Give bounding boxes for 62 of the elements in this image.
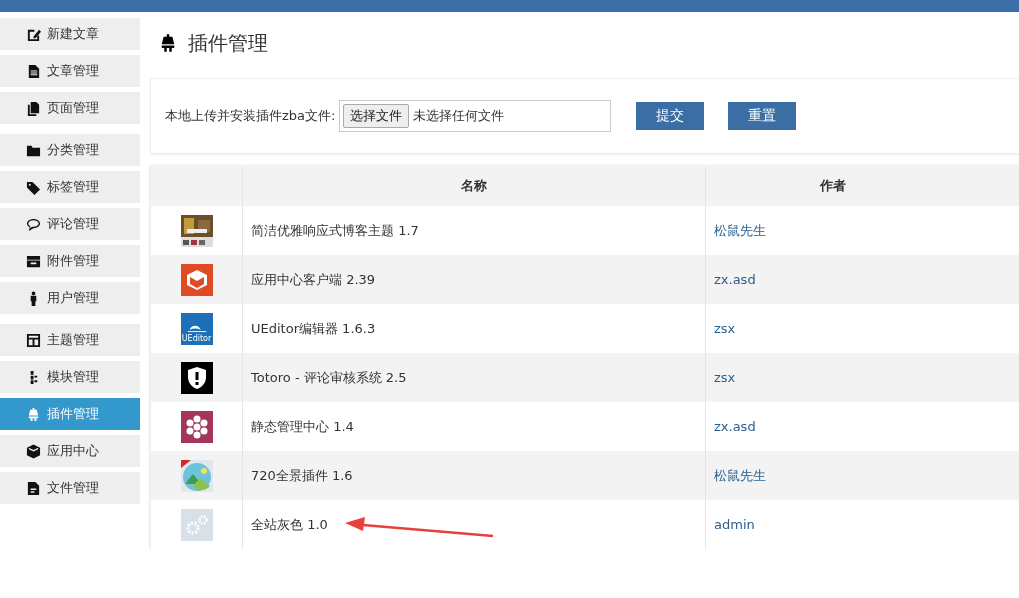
nav-label: 应用中心 [47, 442, 99, 460]
nav-label: 文章管理 [47, 62, 99, 80]
sidebar-item[interactable]: 模块管理 [0, 361, 140, 393]
nav-label: 评论管理 [47, 215, 99, 233]
plugin-name: 全站灰色 1.0 [251, 515, 328, 534]
upload-label: 本地上传并安装插件zba文件: [165, 107, 336, 125]
cube-icon [26, 443, 41, 459]
sidebar-item[interactable]: 分类管理 [0, 134, 140, 166]
reset-button[interactable]: 重置 [728, 102, 797, 130]
gears-icon [180, 508, 213, 541]
nav-label: 标签管理 [47, 178, 99, 196]
sidebar-item[interactable]: 文件管理 [0, 472, 140, 504]
nav-label: 插件管理 [47, 405, 99, 423]
logo-text: UEditor [181, 333, 212, 343]
nav-label: 页面管理 [47, 99, 99, 117]
landscape-icon [180, 459, 213, 492]
tag-icon [26, 179, 41, 195]
sidebar-item[interactable]: 评论管理 [0, 208, 140, 240]
author-link[interactable]: zx.asd [714, 419, 756, 434]
sidebar-item[interactable]: 主题管理 [0, 324, 140, 356]
author-link[interactable]: zx.asd [714, 272, 756, 287]
file-input[interactable]: 选择文件 未选择任何文件 [339, 100, 612, 132]
sidebar-item[interactable]: 新建文章 [0, 18, 140, 50]
nav-label: 主题管理 [47, 331, 99, 349]
nav-label: 附件管理 [47, 252, 99, 270]
archive-icon [26, 253, 41, 269]
box-icon [180, 263, 213, 296]
sidebar-item[interactable]: 页面管理 [0, 92, 140, 124]
sidebar-item[interactable]: 用户管理 [0, 282, 140, 314]
plugin-name: 静态管理中心 1.4 [251, 417, 354, 436]
sidebar-item[interactable]: 附件管理 [0, 245, 140, 277]
nav-label: 用户管理 [47, 289, 99, 307]
theme-thumbnail-icon [180, 214, 213, 247]
file-icon [26, 480, 41, 496]
choose-file-button[interactable]: 选择文件 [343, 104, 410, 128]
author-link[interactable]: 松鼠先生 [714, 221, 766, 240]
page-title: 插件管理 [188, 29, 268, 57]
author-link[interactable]: zsx [714, 321, 736, 336]
layout-icon [26, 332, 41, 348]
plugin-name: Totoro - 评论审核系统 2.5 [251, 368, 407, 387]
nav-label: 新建文章 [47, 25, 99, 43]
sidebar-item[interactable]: 文章管理 [0, 55, 140, 87]
pages-icon [26, 100, 41, 116]
author-link[interactable]: zsx [714, 370, 736, 385]
plugin-name: 应用中心客户端 2.39 [251, 270, 376, 289]
document-icon [26, 63, 41, 79]
file-status-text: 未选择任何文件 [413, 107, 505, 125]
sidebar-item[interactable]: 标签管理 [0, 171, 140, 203]
plugin-name: 简洁优雅响应式博客主题 1.7 [251, 221, 419, 240]
sidebar-item[interactable]: 应用中心 [0, 435, 140, 467]
nav-label: 分类管理 [47, 141, 99, 159]
author-link[interactable]: admin [714, 517, 755, 532]
submit-button[interactable]: 提交 [636, 102, 705, 130]
plug-icon [26, 406, 41, 422]
nav-label: 模块管理 [47, 368, 99, 386]
shield-icon [180, 361, 213, 394]
flower-icon [180, 410, 213, 443]
author-link[interactable]: 松鼠先生 [714, 466, 766, 485]
plugin-name: UEditor编辑器 1.6.3 [251, 319, 376, 338]
nav-label: 文件管理 [47, 479, 99, 497]
plugin-name: 720全景插件 1.6 [251, 466, 353, 485]
comment-icon [26, 216, 41, 232]
